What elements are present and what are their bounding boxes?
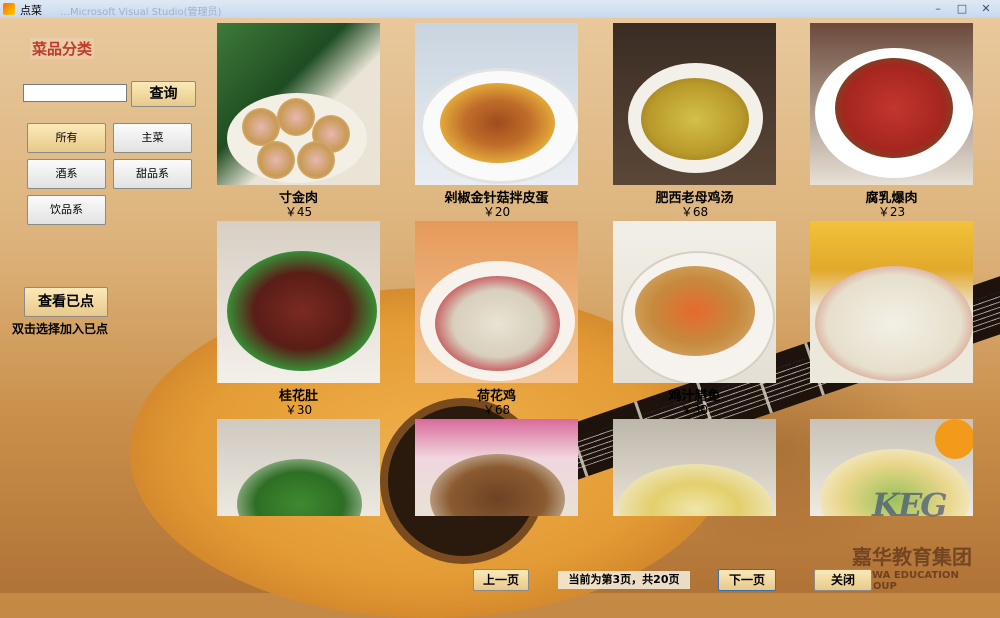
dish-photo (415, 23, 578, 185)
next-page-button[interactable]: 下一页 (718, 569, 776, 591)
category-drink-button[interactable]: 饮品系 (27, 195, 106, 225)
dish-photo (613, 221, 776, 383)
double-click-hint: 双击选择加入已点 (12, 322, 109, 336)
dish-photo (217, 419, 380, 516)
watermark-company-cn: 嘉华教育集团 (852, 545, 972, 569)
dish-price: ￥45 (284, 205, 313, 219)
category-wine-button[interactable]: 酒系 (27, 159, 106, 189)
close-icon[interactable]: ✕ (974, 1, 998, 16)
dish-price: ￥30 (680, 403, 709, 417)
dish-photo (810, 23, 973, 185)
dish-price: ￥68 (680, 205, 709, 219)
dish-photo (217, 23, 380, 185)
category-main-button[interactable]: 主菜 (113, 123, 192, 153)
category-title: 菜品分类 (30, 38, 95, 59)
dish-photo (217, 221, 380, 383)
close-button[interactable]: 关闭 (814, 569, 872, 591)
watermark-company-en: KAWA EDUCATION GROUP (857, 570, 959, 592)
prev-page-button[interactable]: 上一页 (473, 569, 529, 591)
title-bar: 点菜 …Microsoft Visual Studio(管理员) – □ ✕ (0, 0, 1000, 19)
background-window-titles: …Microsoft Visual Studio(管理员) (60, 7, 222, 18)
dish-photo (810, 221, 973, 383)
page-indicator: 当前为第3页，共20页 (558, 571, 690, 589)
dish-price: ￥20 (482, 205, 511, 219)
dish-price: ￥23 (877, 205, 906, 219)
search-input[interactable] (23, 84, 127, 102)
dish-photo (613, 419, 776, 516)
dish-price: ￥68 (482, 403, 511, 417)
dish-photo (415, 419, 578, 516)
minimize-icon[interactable]: – (926, 1, 950, 16)
dish-photo (613, 23, 776, 185)
category-dessert-button[interactable]: 甜品系 (113, 159, 192, 189)
watermark-logo: KEG (872, 486, 948, 524)
category-all-button[interactable]: 所有 (27, 123, 106, 153)
query-button[interactable]: 查询 (131, 81, 196, 107)
view-ordered-button[interactable]: 查看已点 (24, 287, 108, 317)
dish-price: ￥30 (284, 403, 313, 417)
dish-photo (415, 221, 578, 383)
app-icon (3, 3, 15, 15)
window-title: 点菜 (20, 4, 42, 17)
maximize-icon[interactable]: □ (950, 1, 974, 16)
